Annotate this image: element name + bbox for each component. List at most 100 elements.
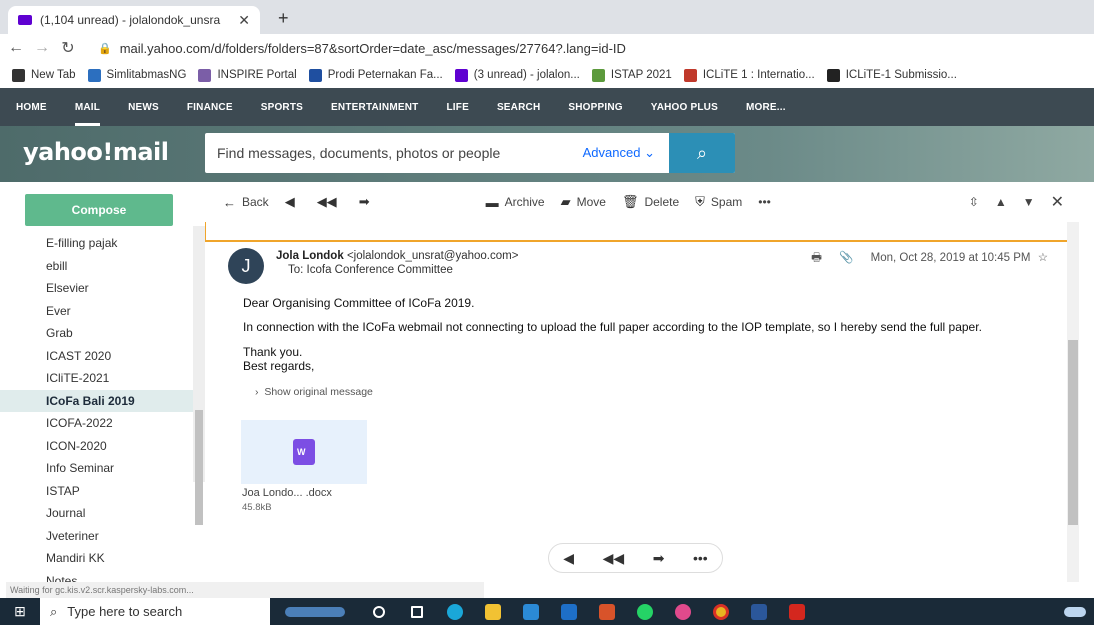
folder-item[interactable]: ICoFa Bali 2019 — [0, 389, 193, 412]
nav-item-home[interactable]: HOME — [16, 102, 47, 113]
nav-item-search[interactable]: SEARCH — [497, 102, 540, 113]
bookmark-item[interactable]: SimlitabmasNG — [87, 68, 187, 82]
attachment-name[interactable]: Joa Londo... .docx — [242, 487, 332, 499]
folder-item[interactable]: Elsevier — [0, 277, 193, 300]
print-icon[interactable]: 🖶 — [811, 252, 822, 264]
close-tab-icon[interactable]: ✕ — [238, 12, 250, 29]
yahoo-mail-logo[interactable]: yahoo!mail — [23, 138, 169, 166]
windows-taskbar: ⊞ ⌕ Type here to search — [0, 598, 1094, 625]
bookmark-item[interactable]: ISTAP 2021 — [591, 68, 672, 82]
more-button[interactable]: ••• — [758, 195, 771, 209]
regards-line: Best regards, — [243, 359, 315, 374]
camera-icon[interactable] — [664, 598, 702, 625]
file-explorer-icon[interactable] — [474, 598, 512, 625]
folder-item[interactable]: ICOFA-2022 — [0, 412, 193, 435]
collapse-button[interactable]: ⇳ — [969, 195, 979, 209]
move-button[interactable]: ▰ Move — [561, 194, 606, 210]
folder-item[interactable]: ICON-2020 — [0, 435, 193, 458]
nav-item-life[interactable]: LIFE — [446, 102, 468, 113]
folder-item[interactable]: Jveteriner — [0, 525, 193, 548]
bookmark-item[interactable]: ICLiTE 1 : Internatio... — [683, 68, 815, 82]
attachment-card[interactable] — [241, 420, 367, 484]
bookmark-item[interactable]: INSPIRE Portal — [198, 68, 297, 82]
reply-all-button[interactable]: ◀◀ — [317, 194, 343, 210]
collapse-icon: ⇳ — [968, 195, 979, 209]
nav-item-more[interactable]: MORE... — [746, 102, 786, 113]
folder-item[interactable]: Ever — [0, 300, 193, 323]
archive-button[interactable]: ▬ Archive — [486, 195, 545, 210]
browser-status-text: Waiting for gc.kis.v2.scr.kaspersky-labs… — [6, 582, 484, 598]
store-icon[interactable] — [512, 598, 550, 625]
nav-item-news[interactable]: NEWS — [128, 102, 159, 113]
nav-item-mail[interactable]: MAIL — [74, 102, 101, 126]
more-dots-icon[interactable]: ••• — [693, 550, 708, 566]
folder-item[interactable]: ISTAP — [0, 480, 193, 503]
taskbar-search[interactable]: ⌕ Type here to search — [40, 598, 270, 625]
reply-button[interactable]: ◀ — [285, 194, 301, 210]
browser-tab[interactable]: (1,104 unread) - jolalondok_unsra ✕ — [8, 6, 260, 34]
message-scroll-thumb[interactable] — [1068, 340, 1078, 525]
edge-icon[interactable] — [436, 598, 474, 625]
cortana-icon[interactable] — [360, 598, 398, 625]
folder-item[interactable]: Notes — [0, 570, 193, 582]
windows-start-icon[interactable]: ⊞ — [0, 598, 40, 625]
bookmark-item[interactable]: ICLiTE-1 Submissio... — [826, 68, 957, 82]
spam-button[interactable]: ⛨ Spam — [695, 194, 742, 210]
folder-item[interactable]: Journal — [0, 502, 193, 525]
search-input[interactable]: Find messages, documents, photos or peop… — [217, 145, 583, 161]
acrobat-icon[interactable] — [778, 598, 816, 625]
star-icon[interactable]: ☆ — [1038, 252, 1048, 264]
previous-message-button[interactable]: ▲ — [995, 195, 1007, 209]
quick-reply-bar: ◀ ◀◀ ➡ ••• — [548, 543, 723, 573]
attachment-icon[interactable]: 📎 — [839, 252, 853, 264]
bookmark-favicon-icon — [12, 68, 25, 82]
nav-item-sports[interactable]: SPORTS — [261, 102, 303, 113]
bookmark-favicon-icon — [87, 68, 101, 82]
folder-item[interactable]: ICAST 2020 — [0, 345, 193, 368]
nav-item-finance[interactable]: FINANCE — [187, 102, 233, 113]
close-message-button[interactable]: ✕ — [1051, 192, 1064, 212]
bookmark-label: SimlitabmasNG — [106, 69, 187, 81]
folder-item[interactable]: Info Seminar — [0, 457, 193, 480]
bookmark-item[interactable]: (3 unread) - jolalon... — [454, 68, 580, 82]
reload-icon[interactable]: ↻ — [58, 38, 78, 58]
folder-item[interactable]: ICliTE-2021 — [0, 367, 193, 390]
onedrive-icon[interactable] — [1056, 598, 1094, 625]
nav-item-yahoo-plus[interactable]: YAHOO PLUS — [651, 102, 718, 113]
url-field[interactable]: mail.yahoo.com/d/folders/folders=87&sort… — [120, 41, 626, 56]
mail-icon[interactable] — [550, 598, 588, 625]
folder-item[interactable]: ebill — [0, 255, 193, 278]
folder-item[interactable]: Mandiri KK — [0, 547, 193, 570]
new-tab-button[interactable]: + — [278, 8, 289, 29]
task-view-icon[interactable] — [398, 598, 436, 625]
weather-icon[interactable] — [270, 598, 360, 625]
bookmark-item[interactable]: Prodi Peternakan Fa... — [308, 68, 443, 82]
chevron-right-icon: › — [255, 386, 259, 398]
bookmark-item[interactable]: New Tab — [12, 68, 76, 82]
nav-item-shopping[interactable]: SHOPPING — [568, 102, 622, 113]
sender[interactable]: Jola Londok <jolalondok_unsrat@yahoo.com… — [276, 250, 518, 262]
reply-icon[interactable]: ◀ — [563, 550, 574, 567]
nav-item-entertainment[interactable]: ENTERTAINMENT — [331, 102, 418, 113]
compose-button[interactable]: Compose — [25, 194, 173, 226]
word-icon[interactable] — [740, 598, 778, 625]
back-button[interactable]: ← Back — [223, 195, 269, 210]
folder-item[interactable]: E-filling pajak — [0, 232, 193, 255]
sidebar-scroll-thumb[interactable] — [195, 410, 203, 525]
reply-all-icon[interactable]: ◀◀ — [603, 550, 625, 567]
next-message-button[interactable]: ▼ — [1023, 195, 1035, 209]
show-original-link[interactable]: › Show original message — [255, 386, 373, 398]
search-button[interactable]: ⌕ — [669, 133, 735, 173]
forward-button[interactable]: ➡ — [359, 194, 376, 210]
forward-icon[interactable]: ➡ — [653, 550, 665, 567]
chrome-icon[interactable] — [702, 598, 740, 625]
back-arrow-icon[interactable]: ← — [6, 39, 26, 57]
search-box[interactable]: Find messages, documents, photos or peop… — [205, 133, 735, 173]
advanced-search-button[interactable]: Advanced ⌄ — [583, 145, 655, 161]
forward-arrow-icon[interactable]: → — [32, 39, 52, 57]
folder-item[interactable]: Grab — [0, 322, 193, 345]
delete-button[interactable]: 🗑 Delete — [622, 194, 679, 210]
office-icon[interactable] — [588, 598, 626, 625]
avatar[interactable]: J — [228, 248, 264, 284]
whatsapp-icon[interactable] — [626, 598, 664, 625]
